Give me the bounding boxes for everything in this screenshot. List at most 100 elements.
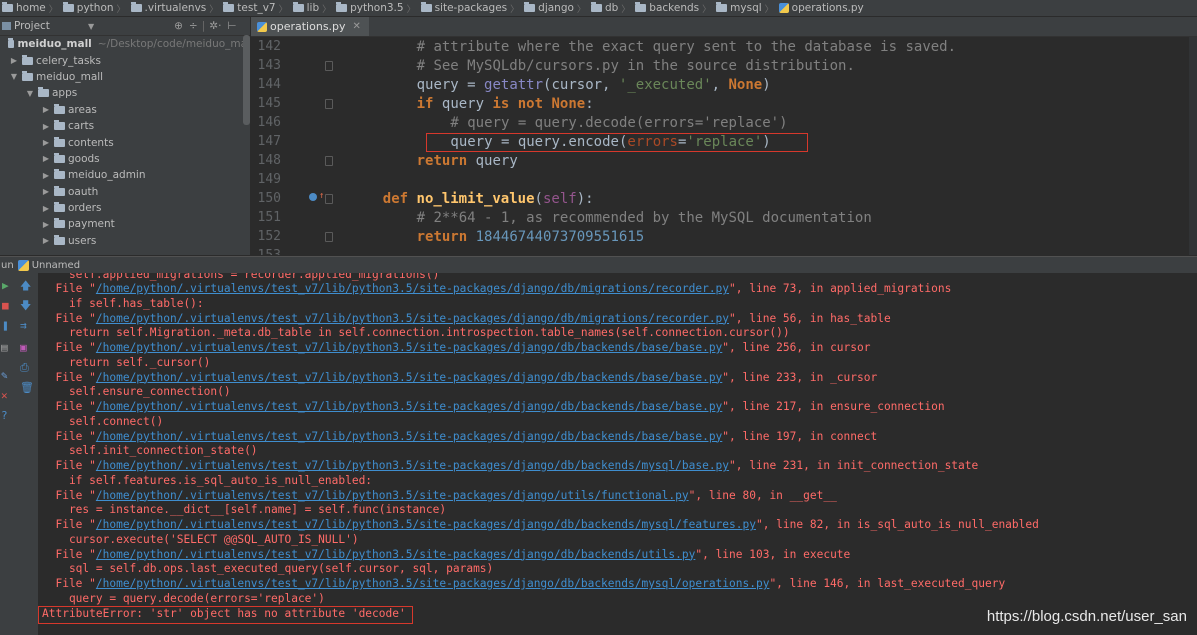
gutter[interactable] <box>287 37 349 56</box>
chevron-right-icon[interactable]: ▶ <box>40 105 52 114</box>
chevron-down-icon[interactable]: ▼ <box>88 22 94 31</box>
console-output[interactable]: self.applied_migrations = recorder.appli… <box>38 273 1197 635</box>
chevron-right-icon[interactable]: ▶ <box>40 187 52 196</box>
code-line[interactable]: 152 return 18446744073709551615 <box>251 227 1197 246</box>
console-file-link[interactable]: /home/python/.virtualenvs/test_v7/lib/py… <box>96 577 770 590</box>
console-file-link[interactable]: /home/python/.virtualenvs/test_v7/lib/py… <box>96 548 695 561</box>
chevron-right-icon[interactable]: ▶ <box>40 220 52 229</box>
editor-scrollbar[interactable] <box>1189 37 1197 255</box>
rerun-icon[interactable]: ▶ <box>2 279 9 292</box>
breadcrumb-item[interactable]: db <box>589 2 618 14</box>
code-line[interactable]: 153 <box>251 246 1197 255</box>
fold-marker-icon[interactable] <box>325 61 333 71</box>
breadcrumb-item[interactable]: test_v7 <box>221 2 276 14</box>
code-line[interactable]: 142 # attribute where the exact query sen… <box>251 37 1197 56</box>
project-scrollbar[interactable] <box>243 35 250 125</box>
console-file-link[interactable]: /home/python/.virtualenvs/test_v7/lib/py… <box>96 341 722 354</box>
stop-icon[interactable]: ■ <box>2 299 9 312</box>
pause-icon[interactable]: ❚ <box>2 319 9 332</box>
chevron-right-icon[interactable]: ▶ <box>40 154 52 163</box>
breadcrumb-item[interactable]: python <box>61 2 114 14</box>
console-file-link[interactable]: /home/python/.virtualenvs/test_v7/lib/py… <box>96 518 756 531</box>
tree-item[interactable]: ▶ meiduo_admin <box>0 167 250 183</box>
console-file-link[interactable]: /home/python/.virtualenvs/test_v7/lib/py… <box>96 282 729 295</box>
gutter[interactable] <box>287 246 349 255</box>
code-line[interactable]: 147 query = query.encode(errors='replace'… <box>251 132 1197 151</box>
breadcrumb-item[interactable]: mysql <box>714 2 762 14</box>
gutter[interactable] <box>287 151 349 170</box>
tree-item[interactable]: ▼ meiduo_mall <box>0 69 250 85</box>
tree-item[interactable]: ▶ goods <box>0 151 250 167</box>
hide-panel-icon[interactable]: ⊢ <box>227 20 236 32</box>
chevron-right-icon[interactable]: ▶ <box>40 171 52 180</box>
console-file-link[interactable]: /home/python/.virtualenvs/test_v7/lib/py… <box>96 312 729 325</box>
sync-icon[interactable]: ⊕ <box>174 20 183 32</box>
breadcrumb-item[interactable]: .virtualenvs <box>129 2 206 14</box>
console-file-link[interactable]: /home/python/.virtualenvs/test_v7/lib/py… <box>96 371 722 384</box>
code-line[interactable]: 150 ↑ def no_limit_value(self): <box>251 189 1197 208</box>
fold-marker-icon[interactable] <box>325 156 333 166</box>
run-config-name[interactable]: Unnamed <box>32 260 80 271</box>
close-run-icon[interactable]: ✕ <box>1 389 8 402</box>
breadcrumb-item[interactable]: django <box>522 2 574 14</box>
gutter[interactable] <box>287 170 349 189</box>
down-arrow-icon[interactable]: 🡇 <box>20 297 31 316</box>
code-line[interactable]: 149 <box>251 170 1197 189</box>
breadcrumb-item[interactable]: operations.py <box>777 2 864 14</box>
scroll-end-icon[interactable]: ▣ <box>20 341 27 354</box>
breadcrumb-item[interactable]: lib <box>291 2 319 14</box>
tree-item[interactable]: ▶ users <box>0 233 250 249</box>
code-line[interactable]: 144 query = getattr(cursor, '_executed', … <box>251 75 1197 94</box>
trash-icon[interactable]: 🗑 <box>20 381 34 394</box>
close-icon[interactable]: ✕ <box>353 21 361 32</box>
project-title[interactable]: Project <box>14 20 50 32</box>
tree-item[interactable]: ▼ apps <box>0 85 250 101</box>
gutter[interactable] <box>287 227 349 246</box>
chevron-right-icon[interactable]: ▶ <box>40 236 52 245</box>
soft-wrap-icon[interactable]: ⇉ <box>20 319 27 332</box>
breadcrumb-item[interactable]: python3.5 <box>334 2 404 14</box>
tree-item[interactable]: ▶ orders <box>0 200 250 216</box>
chevron-right-icon[interactable]: ▶ <box>40 204 52 213</box>
collapse-all-icon[interactable]: ÷ <box>189 20 198 32</box>
tree-item[interactable]: ▶ areas <box>0 102 250 118</box>
code-line[interactable]: 148 return query <box>251 151 1197 170</box>
console-file-link[interactable]: /home/python/.virtualenvs/test_v7/lib/py… <box>96 400 722 413</box>
gutter[interactable]: ↑ <box>287 189 349 208</box>
restore-layout-icon[interactable]: ▤ <box>1 341 8 354</box>
print-icon[interactable]: ⎙ <box>20 361 29 375</box>
gutter[interactable] <box>287 113 349 132</box>
chevron-down-icon[interactable]: ▼ <box>8 72 20 81</box>
up-arrow-icon[interactable]: 🡅 <box>20 277 31 296</box>
code-area[interactable]: 142 # attribute where the exact query sen… <box>251 37 1197 256</box>
fold-marker-icon[interactable] <box>325 99 333 109</box>
tree-root[interactable]: meiduo_mall ~/Desktop/code/meiduo_mal <box>0 36 250 52</box>
tab-operations-py[interactable]: operations.py ✕ <box>251 17 369 36</box>
breadcrumb-item[interactable]: home <box>0 2 46 14</box>
tree-item[interactable]: ▶ payment <box>0 216 250 232</box>
tree-item[interactable]: ▶ oauth <box>0 184 250 200</box>
gutter[interactable] <box>287 75 349 94</box>
gear-icon[interactable]: ✲· <box>209 20 221 32</box>
console-file-link[interactable]: /home/python/.virtualenvs/test_v7/lib/py… <box>96 459 729 472</box>
tree-item[interactable]: ▶ celery_tasks <box>0 52 250 68</box>
code-line[interactable]: 145 if query is not None: <box>251 94 1197 113</box>
pin-icon[interactable]: ✎ <box>1 369 8 382</box>
breadcrumb-item[interactable]: backends <box>633 2 699 14</box>
fold-marker-icon[interactable] <box>325 232 333 242</box>
chevron-right-icon[interactable]: ▶ <box>8 56 20 65</box>
help-icon[interactable]: ? <box>1 409 8 422</box>
gutter[interactable] <box>287 208 349 227</box>
override-method-icon[interactable] <box>309 193 317 201</box>
gutter[interactable] <box>287 56 349 75</box>
chevron-right-icon[interactable]: ▶ <box>40 122 52 131</box>
console-file-link[interactable]: /home/python/.virtualenvs/test_v7/lib/py… <box>96 489 689 502</box>
gutter[interactable] <box>287 94 349 113</box>
tree-item[interactable]: ▶ contents <box>0 134 250 150</box>
fold-marker-icon[interactable] <box>325 194 333 204</box>
code-line[interactable]: 146 # query = query.decode(errors='replac… <box>251 113 1197 132</box>
chevron-right-icon[interactable]: ▶ <box>40 138 52 147</box>
code-line[interactable]: 151 # 2**64 - 1, as recommended by the My… <box>251 208 1197 227</box>
console-file-link[interactable]: /home/python/.virtualenvs/test_v7/lib/py… <box>96 430 722 443</box>
code-line[interactable]: 143 # See MySQLdb/cursors.py in the sourc… <box>251 56 1197 75</box>
